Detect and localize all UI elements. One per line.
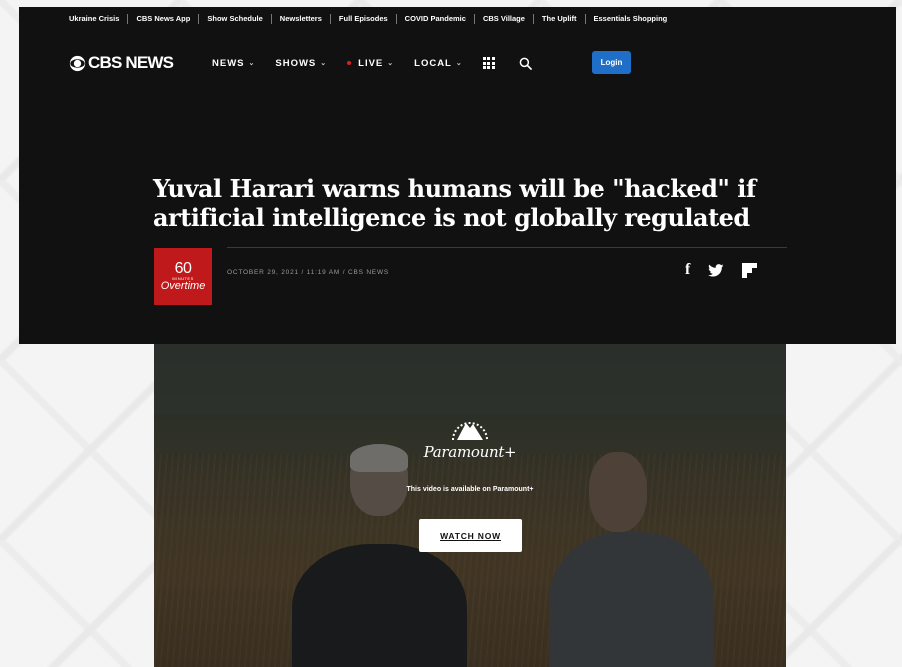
nav-shows[interactable]: SHOWS ⌄ bbox=[275, 58, 327, 69]
logo-text: CBS NEWS bbox=[88, 53, 174, 72]
topnav-ukraine-crisis[interactable]: Ukraine Crisis bbox=[69, 14, 127, 24]
login-button[interactable]: Login bbox=[592, 51, 631, 74]
video-player[interactable]: Paramount+ This video is available on Pa… bbox=[154, 344, 786, 667]
nav-local-label: LOCAL bbox=[414, 57, 452, 69]
topnav-cbs-news-app[interactable]: CBS News App bbox=[127, 14, 198, 24]
topnav-cbs-village[interactable]: CBS Village bbox=[473, 14, 533, 24]
cbs-eye-icon bbox=[69, 55, 86, 71]
video-dim-overlay bbox=[154, 344, 786, 667]
show-logo-number: 60 bbox=[174, 260, 192, 277]
video-availability-text: This video is available on Paramount+ bbox=[406, 486, 534, 493]
nav-local[interactable]: LOCAL ⌄ bbox=[414, 58, 463, 69]
topnav-full-episodes[interactable]: Full Episodes bbox=[329, 14, 396, 24]
chevron-down-icon: ⌄ bbox=[248, 60, 256, 67]
60-minutes-overtime-logo[interactable]: 60 MINUTES Overtime bbox=[154, 248, 212, 305]
facebook-icon[interactable]: f bbox=[685, 261, 690, 279]
article-byline: OCTOBER 29, 2021 / 11:19 AM / CBS NEWS bbox=[227, 269, 390, 276]
topnav-essentials-shopping[interactable]: Essentials Shopping bbox=[584, 14, 676, 24]
nav-live-label: LIVE bbox=[358, 57, 384, 69]
nav-live[interactable]: LIVE ⌄ bbox=[347, 58, 394, 69]
top-nav: Ukraine Crisis CBS News App Show Schedul… bbox=[69, 12, 675, 26]
topnav-newsletters[interactable]: Newsletters bbox=[270, 14, 330, 24]
twitter-icon[interactable] bbox=[708, 263, 724, 277]
topnav-the-uplift[interactable]: The Uplift bbox=[532, 14, 585, 24]
apps-grid-icon[interactable] bbox=[482, 57, 495, 69]
main-nav: NEWS ⌄ SHOWS ⌄ LIVE ⌄ LOCAL ⌄ bbox=[212, 54, 562, 72]
topnav-covid-pandemic[interactable]: COVID Pandemic bbox=[395, 14, 474, 24]
watch-now-button[interactable]: WATCH NOW bbox=[419, 519, 522, 552]
topnav-show-schedule[interactable]: Show Schedule bbox=[198, 14, 270, 24]
nav-shows-label: SHOWS bbox=[275, 57, 317, 69]
social-share: f bbox=[685, 261, 775, 279]
nav-news-label: NEWS bbox=[212, 57, 245, 69]
chevron-down-icon: ⌄ bbox=[455, 60, 463, 67]
show-logo-overtime: Overtime bbox=[160, 280, 206, 292]
cbs-news-logo[interactable]: CBS NEWS bbox=[69, 53, 174, 72]
search-icon[interactable] bbox=[519, 57, 532, 70]
chevron-down-icon: ⌄ bbox=[387, 60, 395, 67]
site-header: Ukraine Crisis CBS News App Show Schedul… bbox=[19, 7, 896, 344]
byline-divider bbox=[227, 247, 787, 248]
nav-news[interactable]: NEWS ⌄ bbox=[212, 58, 255, 69]
flipboard-icon[interactable] bbox=[742, 262, 758, 278]
live-dot-icon bbox=[347, 61, 352, 65]
article-title: Yuval Harari warns humans will be "hacke… bbox=[153, 174, 756, 232]
paramount-plus-logo: Paramount+ bbox=[416, 410, 524, 461]
paramount-mountain-icon bbox=[452, 422, 488, 441]
paramount-plus-text: Paramount+ bbox=[423, 443, 517, 461]
chevron-down-icon: ⌄ bbox=[320, 60, 328, 67]
